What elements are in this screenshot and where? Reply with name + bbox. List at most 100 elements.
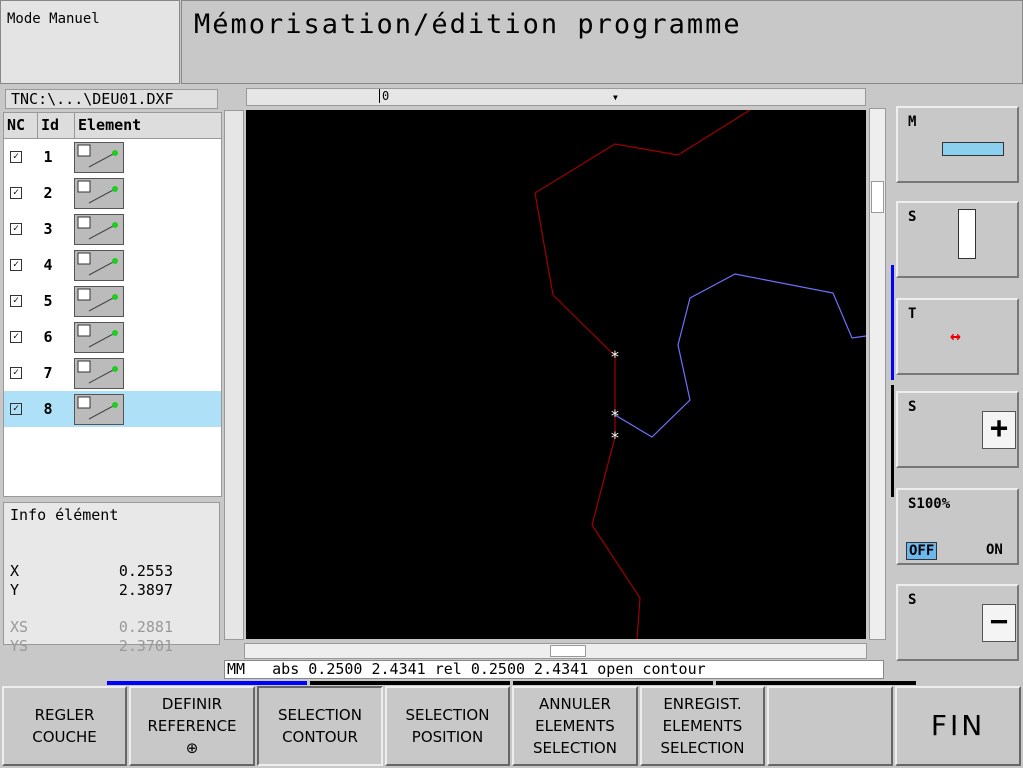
checkbox[interactable]: ✓ bbox=[10, 331, 22, 343]
x-value: 0.2553 bbox=[118, 562, 173, 580]
y-label: Y bbox=[10, 581, 20, 599]
softkey-empty[interactable] bbox=[767, 686, 893, 766]
page-title: Mémorisation/édition programme bbox=[181, 0, 1023, 84]
point-marker[interactable]: * bbox=[610, 406, 620, 425]
element-id: 3 bbox=[43, 220, 53, 238]
list-item[interactable]: ✓ 6 bbox=[4, 319, 221, 355]
status-bar: MM abs 0.2500 2.4341 rel 0.2500 2.4341 o… bbox=[224, 660, 884, 679]
spindle-minus-key[interactable]: S − bbox=[896, 584, 1019, 661]
list-item[interactable]: ✓ 5 bbox=[4, 283, 221, 319]
spindle-icon bbox=[958, 209, 976, 259]
softkey-label: SELECTION bbox=[533, 739, 617, 757]
list-header: NC Id Element bbox=[4, 113, 221, 139]
list-item[interactable]: ✓ 7 bbox=[4, 355, 221, 391]
softkey-label: SELECTION bbox=[405, 706, 490, 724]
softkey-annuler-elements-selection[interactable]: ANNULER ELEMENTS SELECTION bbox=[512, 686, 638, 766]
softkey-selection-contour[interactable]: SELECTION CONTOUR bbox=[257, 686, 383, 766]
list-item[interactable]: ✓ 8 bbox=[4, 391, 221, 427]
softkey-selection-position[interactable]: SELECTION POSITION bbox=[385, 686, 510, 766]
key-label: S bbox=[908, 399, 917, 415]
softkey-enregist-elements-selection[interactable]: ENREGIST. ELEMENTS SELECTION bbox=[640, 686, 765, 766]
softkey-label: ELEMENTS bbox=[662, 717, 743, 735]
softkey-label: ANNULER bbox=[539, 695, 611, 713]
line-element-icon bbox=[74, 393, 124, 425]
key-label: S bbox=[908, 209, 917, 225]
checkbox[interactable]: ✓ bbox=[10, 259, 22, 271]
xs-label: XS bbox=[10, 618, 29, 636]
checkbox[interactable]: ✓ bbox=[10, 403, 22, 415]
softkey-regler-couche[interactable]: REGLER COUCHE bbox=[2, 686, 127, 766]
drawing-canvas[interactable]: * * * bbox=[246, 109, 867, 640]
mode-label: Mode Manuel bbox=[0, 0, 180, 84]
contour-blue bbox=[614, 273, 867, 438]
list-item[interactable]: ✓ 1 bbox=[4, 139, 221, 175]
col-nc: NC bbox=[4, 113, 38, 138]
ys-value: 2.3701 bbox=[118, 637, 173, 655]
line-element-icon bbox=[74, 141, 124, 173]
softkey-label: ELEMENTS bbox=[535, 717, 615, 735]
checkbox[interactable]: ✓ bbox=[10, 223, 22, 235]
line-element-icon bbox=[74, 249, 124, 281]
spindle-s-key[interactable]: S bbox=[896, 201, 1019, 278]
key-label: S100% bbox=[908, 496, 951, 512]
line-element-icon bbox=[74, 213, 124, 245]
tool-swap-arrow-icon: ↔ bbox=[950, 326, 961, 347]
ruler-horizontal: 0 ▼ bbox=[246, 88, 866, 106]
col-id: Id bbox=[38, 113, 75, 138]
softkey-label: SELECTION bbox=[278, 706, 362, 724]
element-id: 6 bbox=[43, 328, 53, 346]
xs-value: 0.2881 bbox=[118, 618, 173, 636]
element-id: 5 bbox=[43, 292, 53, 310]
file-path: TNC:\...\DEU01.DXF bbox=[5, 89, 218, 109]
list-item[interactable]: ✓ 3 bbox=[4, 211, 221, 247]
col-element: Element bbox=[78, 116, 142, 134]
vertical-scrollbar[interactable] bbox=[869, 108, 886, 640]
softkey-label: CONTOUR bbox=[282, 728, 358, 746]
ys-label: YS bbox=[10, 637, 29, 655]
element-id: 2 bbox=[43, 184, 53, 202]
line-element-icon bbox=[74, 357, 124, 389]
ruler-origin: 0 bbox=[379, 89, 389, 103]
spindle-plus-key[interactable]: S + bbox=[896, 391, 1019, 468]
machine-m-key[interactable]: M bbox=[896, 106, 1019, 183]
element-id: 4 bbox=[43, 256, 53, 274]
line-element-icon bbox=[74, 321, 124, 353]
softkey-bar bbox=[310, 681, 510, 685]
list-item[interactable]: ✓ 2 bbox=[4, 175, 221, 211]
plus-icon: + bbox=[982, 411, 1016, 449]
on-label: ON bbox=[986, 542, 1003, 558]
spindle-override-key[interactable]: S100% OFF ON bbox=[896, 488, 1019, 565]
checkbox[interactable]: ✓ bbox=[10, 187, 22, 199]
list-item[interactable]: ✓ 4 bbox=[4, 247, 221, 283]
ruler-marker-icon: ▼ bbox=[613, 93, 618, 102]
element-info: Info élément X 0.2553 Y 2.3897 XS 0.2881 YS… bbox=[3, 502, 220, 655]
checkbox[interactable]: ✓ bbox=[10, 295, 22, 307]
side-bar bbox=[891, 385, 894, 497]
checkbox[interactable]: ✓ bbox=[10, 367, 22, 379]
softkey-label: POSITION bbox=[411, 728, 484, 746]
softkey-bar bbox=[716, 681, 916, 685]
tool-change-t-key[interactable]: T ↔ bbox=[896, 298, 1019, 375]
element-id: 1 bbox=[43, 148, 53, 166]
key-label: S bbox=[908, 592, 917, 608]
info-title: Info élément bbox=[10, 506, 119, 524]
softkey-definir-reference[interactable]: DEFINIR REFERENCE ⊕ bbox=[129, 686, 255, 766]
contour-red-lower bbox=[591, 436, 641, 640]
side-active-bar bbox=[891, 265, 894, 380]
point-marker[interactable]: * bbox=[610, 347, 620, 366]
point-marker[interactable]: * bbox=[610, 428, 620, 447]
softkey-bar-active bbox=[107, 681, 307, 685]
y-value: 2.3897 bbox=[118, 581, 173, 599]
softkey-fin[interactable]: FIN bbox=[895, 686, 1021, 766]
line-element-icon bbox=[74, 177, 124, 209]
softkey-label: FIN bbox=[930, 709, 986, 742]
key-label: T bbox=[908, 306, 917, 322]
checkbox[interactable]: ✓ bbox=[10, 151, 22, 163]
softkey-label: ENREGIST. bbox=[663, 695, 742, 713]
element-id: 8 bbox=[43, 400, 53, 418]
x-label: X bbox=[10, 562, 20, 580]
softkey-label: REFERENCE bbox=[147, 717, 237, 735]
horizontal-scrollbar[interactable] bbox=[244, 643, 867, 659]
machine-table-icon bbox=[942, 142, 1004, 156]
softkey-label: COUCHE bbox=[32, 728, 97, 746]
